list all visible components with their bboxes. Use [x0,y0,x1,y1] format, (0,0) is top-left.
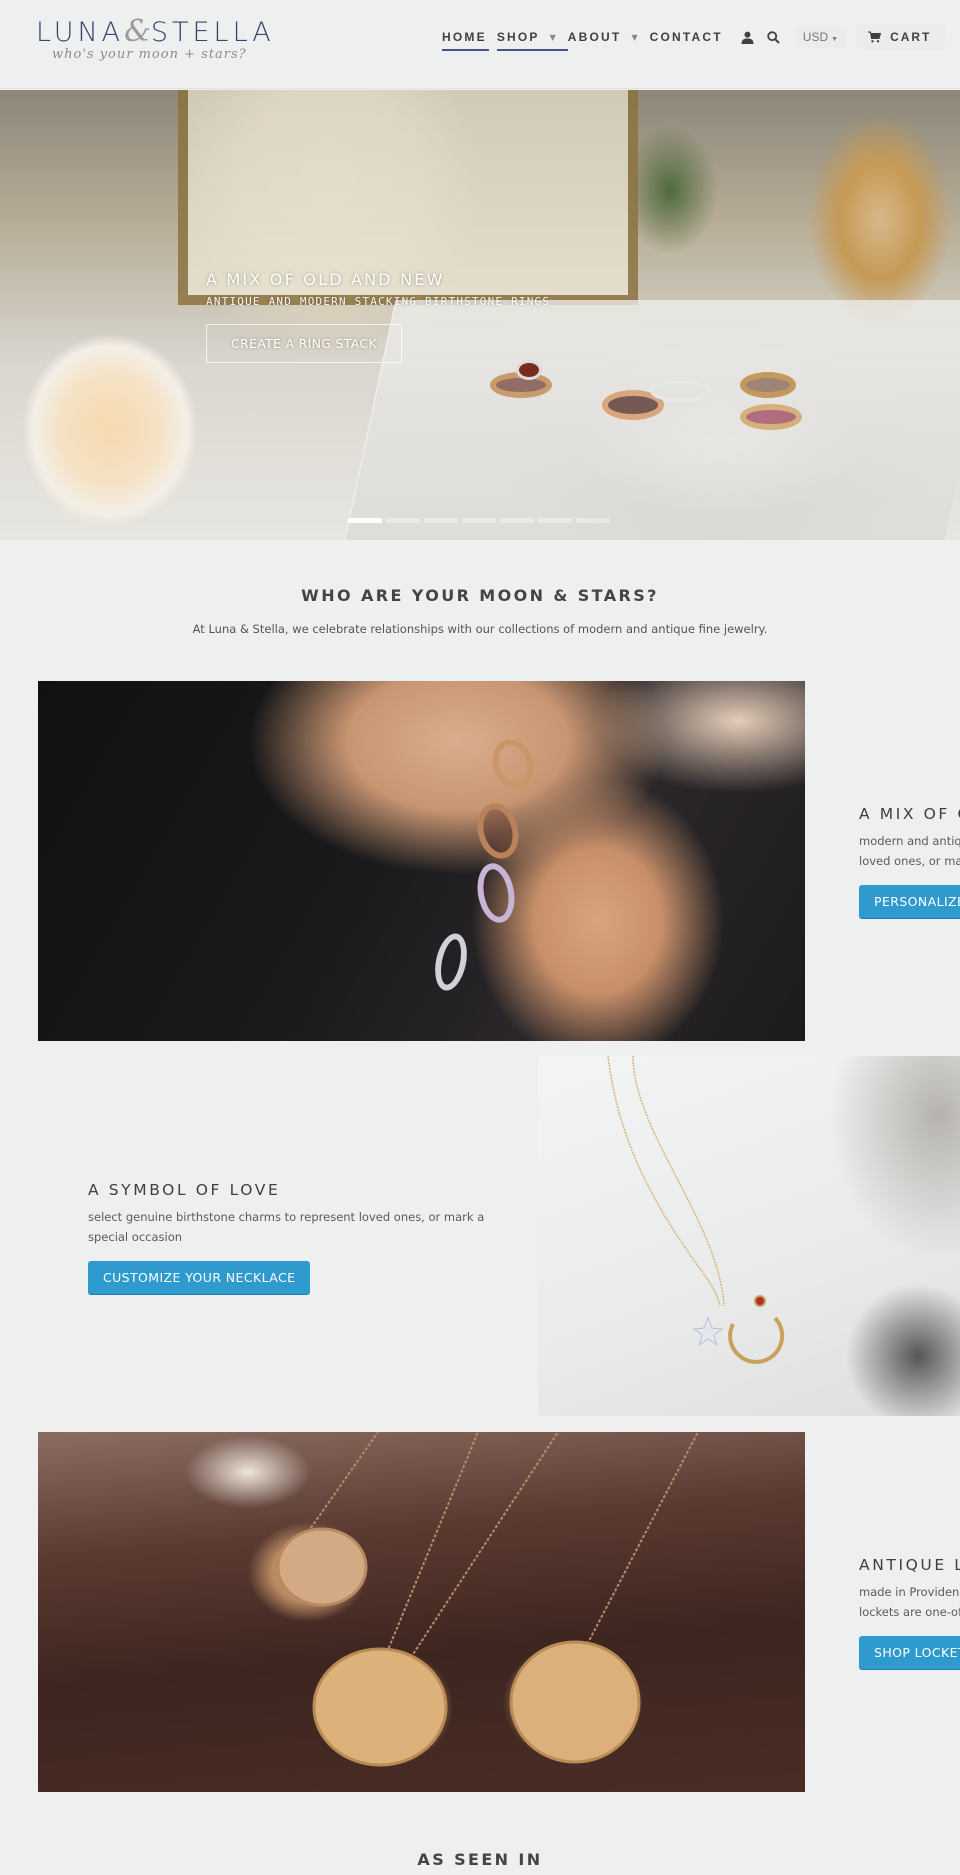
slide-dot-1[interactable] [348,518,382,523]
site-header: LUNA&STELLA who's your moon + stars? HOM… [0,0,960,89]
shop-dropdown-caret-icon[interactable]: ▼ [550,33,556,42]
slide-dot-5[interactable] [500,518,534,523]
nav-shop-group: SHOP ▼ [496,30,568,51]
about-dropdown-caret-icon[interactable]: ▼ [631,33,637,42]
logo-ampersand: & [124,14,151,49]
logo[interactable]: LUNA&STELLA who's your moon + stars? [36,14,275,62]
hero-slideshow: A MIX OF OLD AND NEW ANTIQUE AND MODERN … [0,90,960,540]
feature-necklace-description: select genuine birthstone charms to repr… [88,1210,485,1244]
currency-value: USD [802,30,829,44]
hero-image-rings [490,360,820,440]
slide-dot-7[interactable] [576,518,610,523]
feature-rings-title: A MIX OF OLD AND NEW [859,805,960,823]
feature-lockets: ANTIQUE LOCKETS made in Providence, RI i… [859,1556,960,1669]
currency-caret-icon: ▼ [831,36,839,43]
feature-rings: A MIX OF OLD AND NEW modern and antique … [859,805,960,918]
page: LUNA&STELLA who's your moon + stars? HOM… [0,0,960,1875]
feature-lockets-title: ANTIQUE LOCKETS [859,1556,960,1574]
nav-contact[interactable]: CONTACT [650,30,723,50]
intro-heading: WHO ARE YOUR MOON & STARS? [301,586,659,605]
logo-luna: LUNA [36,17,125,48]
main-nav: HOME SHOP ▼ ABOUT ▼ CONTACT USD ▼ CART [442,25,946,52]
hero-caption: A MIX OF OLD AND NEW ANTIQUE AND MODERN … [206,270,550,363]
logo-tagline: who's your moon + stars? [52,47,247,62]
hero-title: A MIX OF OLD AND NEW [206,270,445,289]
cart-icon [868,31,882,43]
necklace-chain-graphic [607,1056,785,1364]
slide-dot-6[interactable] [538,518,572,523]
lockets-graphic [276,1432,699,1767]
create-ring-stack-button[interactable]: CREATE A RING STACK [206,324,402,363]
feature-necklace: A SYMBOL OF LOVE select genuine birthsto… [88,1181,488,1294]
intro-text: At Luna & Stella, we celebrate relations… [192,622,768,636]
as-seen-in-heading: AS SEEN IN [417,1850,543,1869]
cart-label: CART [890,30,932,44]
slide-dot-3[interactable] [424,518,458,523]
feature-lockets-description: made in Providence, RI in the early 1900… [859,1585,960,1619]
slide-dot-2[interactable] [386,518,420,523]
slide-dot-4[interactable] [462,518,496,523]
antique-lockets-image[interactable] [38,1432,805,1792]
hero-subtitle: ANTIQUE AND MODERN STACKING BIRTHSTONE R… [206,295,551,308]
cart-button[interactable]: CART [856,25,946,49]
feature-rings-description: modern and antique birthstone rings to r… [859,834,960,868]
rings-on-hand-image[interactable] [38,681,805,1041]
user-icon[interactable] [739,28,757,46]
currency-selector[interactable]: USD ▼ [794,26,847,48]
search-icon[interactable] [765,28,783,46]
personalize-ring-stack-button[interactable]: PERSONALIZE YOUR RING STACK [859,885,960,918]
nav-home[interactable]: HOME [442,30,489,51]
feature-necklace-title: A SYMBOL OF LOVE [88,1181,281,1199]
customize-necklace-button[interactable]: CUSTOMIZE YOUR NECKLACE [88,1261,311,1294]
logo-stella: STELLA [150,17,275,48]
nav-about[interactable]: ABOUT [568,30,622,50]
logo-wordmark: LUNA&STELLA [36,14,275,49]
shop-lockets-button[interactable]: SHOP LOCKETS [859,1636,960,1669]
nav-shop[interactable]: SHOP [497,30,540,50]
moon-necklace-image[interactable] [538,1056,960,1416]
slideshow-pagination [348,518,610,523]
